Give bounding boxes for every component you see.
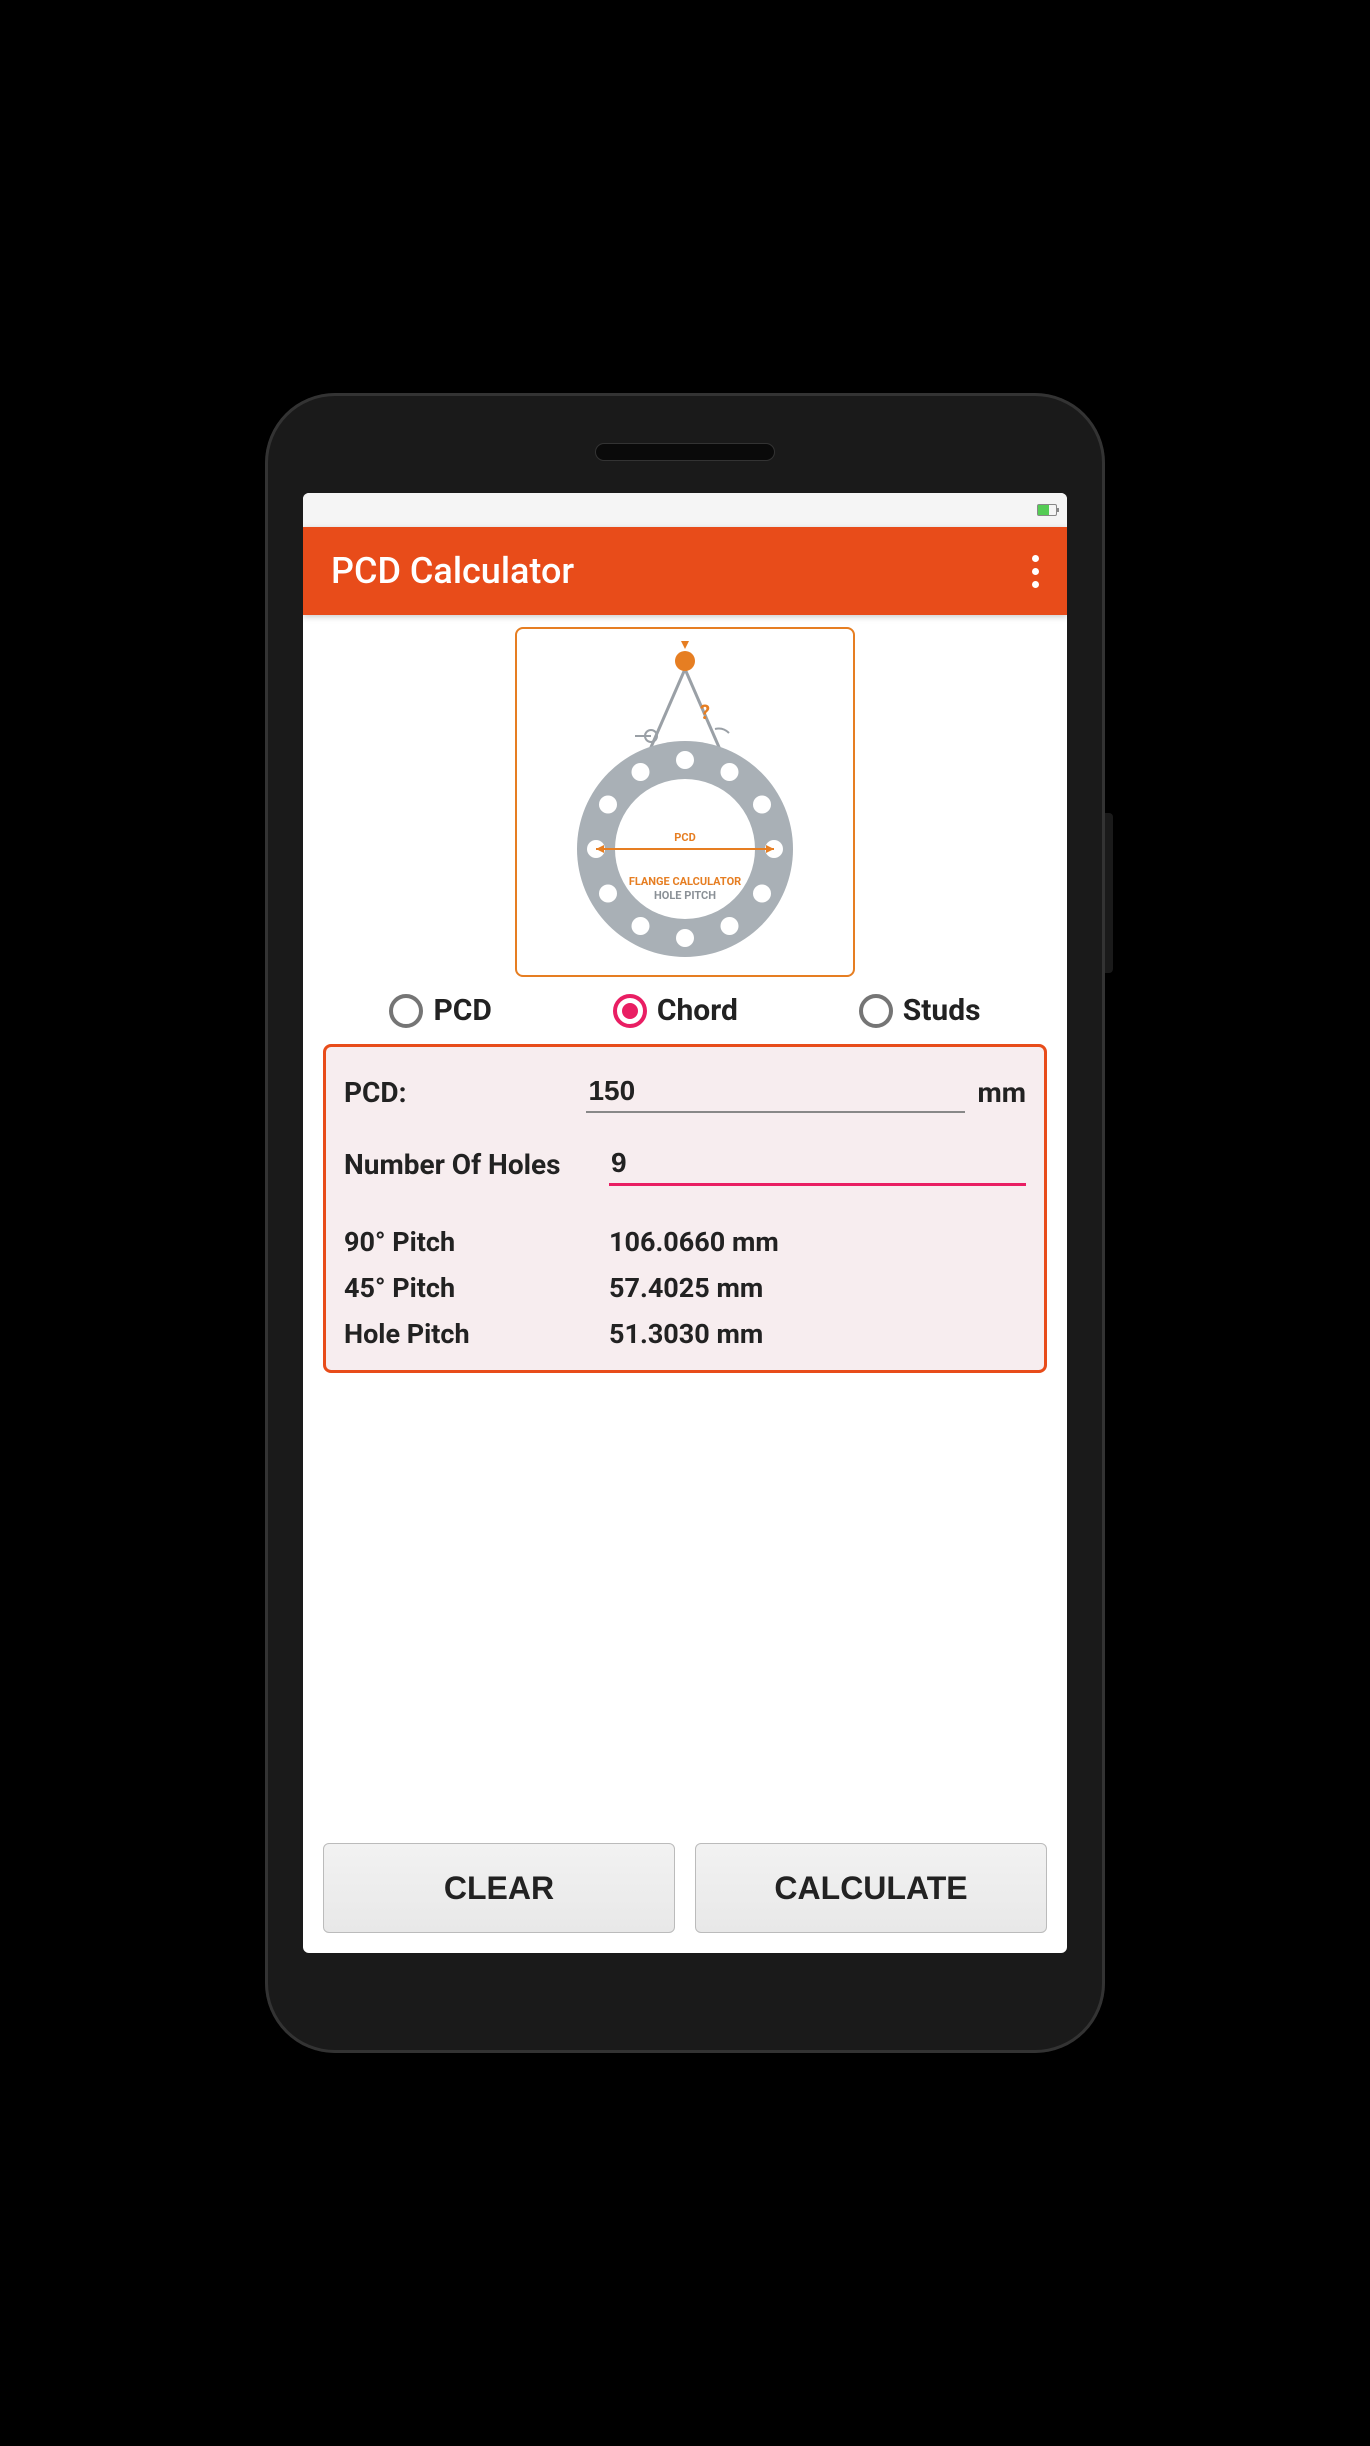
flange-diagram-icon: ?: [535, 641, 835, 971]
result-value: 51.3030 mm: [609, 1318, 763, 1350]
radio-label: Studs: [903, 993, 981, 1028]
field-row-holes: Number Of Holes: [344, 1143, 1026, 1186]
content-area: ?: [303, 615, 1067, 1953]
radio-chord[interactable]: Chord: [613, 993, 738, 1028]
svg-text:PCD: PCD: [674, 831, 695, 844]
radio-label: Chord: [657, 993, 738, 1028]
pcd-unit: mm: [965, 1076, 1026, 1109]
radio-studs[interactable]: Studs: [859, 993, 981, 1028]
svg-text:FLANGE CALCULATOR: FLANGE CALCULATOR: [629, 875, 741, 888]
result-label: 90° Pitch: [344, 1226, 609, 1258]
radio-pcd[interactable]: PCD: [389, 993, 491, 1028]
overflow-menu-icon[interactable]: [1032, 555, 1039, 588]
result-row: 90° Pitch 106.0660 mm: [344, 1226, 1026, 1258]
result-row: 45° Pitch 57.4025 mm: [344, 1272, 1026, 1304]
radio-label: PCD: [433, 993, 491, 1028]
result-label: Hole Pitch: [344, 1318, 609, 1350]
phone-speaker: [595, 443, 775, 461]
result-row: Hole Pitch 51.3030 mm: [344, 1318, 1026, 1350]
holes-label: Number Of Holes: [344, 1148, 609, 1181]
battery-icon: [1037, 504, 1057, 516]
radio-icon: [613, 994, 647, 1028]
button-row: CLEAR CALCULATE: [323, 1843, 1047, 1933]
phone-side-button: [1105, 813, 1113, 973]
radio-icon: [389, 994, 423, 1028]
pcd-label: PCD:: [344, 1076, 586, 1109]
form-panel: PCD: mm Number Of Holes 90° Pitch 106.06…: [323, 1044, 1047, 1373]
result-label: 45° Pitch: [344, 1272, 609, 1304]
radio-icon: [859, 994, 893, 1028]
clear-button[interactable]: CLEAR: [323, 1843, 675, 1933]
holes-input[interactable]: [609, 1143, 1026, 1186]
mode-tabs: PCD Chord Studs: [323, 977, 1047, 1044]
svg-text:HOLE PITCH: HOLE PITCH: [654, 889, 716, 902]
screen: PCD Calculator ?: [303, 493, 1067, 1953]
phone-frame: PCD Calculator ?: [265, 393, 1105, 2053]
app-bar: PCD Calculator: [303, 527, 1067, 615]
flange-illustration: ?: [515, 627, 855, 977]
field-row-pcd: PCD: mm: [344, 1071, 1026, 1113]
svg-text:?: ?: [700, 700, 710, 724]
app-title: PCD Calculator: [331, 550, 574, 592]
pcd-input[interactable]: [586, 1071, 965, 1113]
result-value: 106.0660 mm: [609, 1226, 779, 1258]
status-bar: [303, 493, 1067, 527]
result-value: 57.4025 mm: [609, 1272, 763, 1304]
calculate-button[interactable]: CALCULATE: [695, 1843, 1047, 1933]
